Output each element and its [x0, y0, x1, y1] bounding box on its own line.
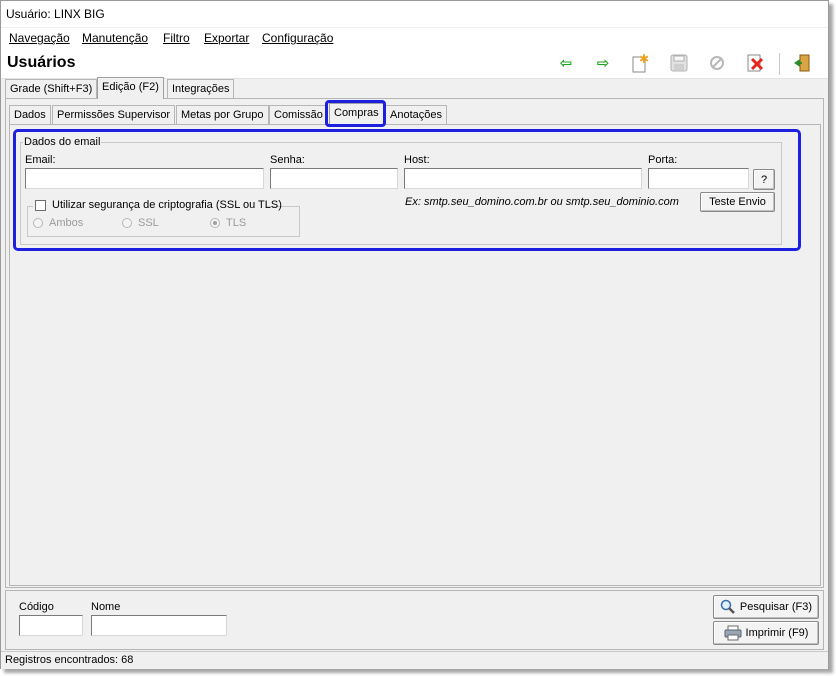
menu-manutencao[interactable]: Manutenção — [82, 31, 148, 45]
previous-button[interactable]: ⇦ — [556, 53, 576, 73]
nome-label: Nome — [91, 601, 121, 613]
tab-compras[interactable]: Compras — [329, 103, 384, 125]
port-help-button[interactable]: ? — [753, 169, 775, 190]
tab-edicao[interactable]: Edição (F2) — [97, 77, 164, 99]
arrow-left-icon: ⇦ — [559, 55, 573, 72]
porta-label: Porta: — [648, 154, 678, 166]
ssl-checkbox[interactable] — [35, 200, 46, 211]
tab-comissao[interactable]: Comissão — [269, 105, 328, 124]
tab-anotacoes[interactable]: Anotações — [385, 105, 447, 124]
menu-bar: Navegação Manutenção Filtro Exportar Con… — [1, 28, 828, 47]
save-button[interactable] — [669, 53, 689, 73]
port-field[interactable] — [648, 168, 749, 189]
records-found-text: Registros encontrados: 68 — [5, 654, 134, 666]
ssl-checkbox-row: Utilizar segurança de criptografia (SSL … — [33, 199, 282, 213]
radio-ambos[interactable] — [33, 218, 43, 228]
tab-dados[interactable]: Dados — [9, 105, 51, 124]
tab-integracoes[interactable]: Integrações — [167, 79, 235, 98]
window-title: Usuário: LINX BIG — [6, 7, 105, 21]
host-field[interactable] — [404, 168, 642, 189]
toolbar: Usuários ⇦ ⇨ ✱ — [1, 47, 828, 79]
radio-ssl[interactable] — [122, 218, 132, 228]
printer-icon — [724, 625, 742, 641]
search-button[interactable]: Pesquisar (F3) — [713, 595, 819, 619]
next-button[interactable]: ⇨ — [593, 53, 613, 73]
print-button-label: Imprimir (F9) — [745, 627, 809, 639]
nome-field[interactable] — [91, 615, 227, 636]
tab-permissoes-supervisor[interactable]: Permissões Supervisor — [52, 105, 176, 124]
cancel-button[interactable] — [707, 53, 727, 73]
tab-metas-por-grupo[interactable]: Metas por Grupo — [176, 105, 269, 124]
svg-text:✱: ✱ — [639, 53, 649, 66]
tab-grade[interactable]: Grade (Shift+F3) — [5, 79, 98, 98]
host-example-hint: Ex: smtp.seu_domino.com.br ou smtp.seu_d… — [405, 196, 679, 208]
menu-configuracao[interactable]: Configuração — [262, 31, 333, 45]
email-group-legend: Dados do email — [23, 136, 102, 148]
delete-icon — [747, 54, 764, 72]
menu-navegacao[interactable]: Navegação — [9, 31, 70, 45]
ssl-checkbox-label: Utilizar segurança de criptografia (SSL … — [52, 199, 282, 211]
new-button[interactable]: ✱ — [630, 53, 650, 73]
codigo-label: Código — [19, 601, 54, 613]
search-icon — [720, 599, 735, 614]
delete-button[interactable] — [745, 53, 765, 73]
search-button-label: Pesquisar (F3) — [739, 601, 813, 613]
exit-icon — [794, 54, 810, 72]
status-bar: Registros encontrados: 68 — [1, 651, 828, 669]
page-title: Usuários — [7, 54, 76, 71]
radio-tls-label: TLS — [226, 217, 247, 229]
main-window: Usuário: LINX BIG Navegação Manutenção F… — [0, 0, 829, 669]
cancel-icon — [710, 56, 724, 70]
arrow-right-icon: ⇨ — [596, 55, 610, 72]
email-label: Email: — [25, 154, 56, 166]
radio-ssl-label: SSL — [138, 217, 159, 229]
menu-filtro[interactable]: Filtro — [163, 31, 190, 45]
print-button[interactable]: Imprimir (F9) — [713, 621, 819, 645]
title-bar: Usuário: LINX BIG — [1, 1, 828, 27]
senha-label: Senha: — [270, 154, 305, 166]
password-field[interactable] — [270, 168, 398, 189]
toolbar-separator — [779, 53, 780, 75]
test-send-button[interactable]: Teste Envio — [700, 192, 775, 212]
save-icon — [670, 54, 688, 72]
exit-button[interactable] — [792, 53, 812, 73]
radio-ambos-label: Ambos — [49, 217, 84, 229]
menu-exportar[interactable]: Exportar — [204, 31, 249, 45]
codigo-field[interactable] — [19, 615, 83, 636]
radio-tls[interactable] — [210, 218, 220, 228]
new-document-icon: ✱ — [632, 53, 649, 73]
email-field[interactable] — [25, 168, 264, 189]
host-label: Host: — [404, 154, 430, 166]
